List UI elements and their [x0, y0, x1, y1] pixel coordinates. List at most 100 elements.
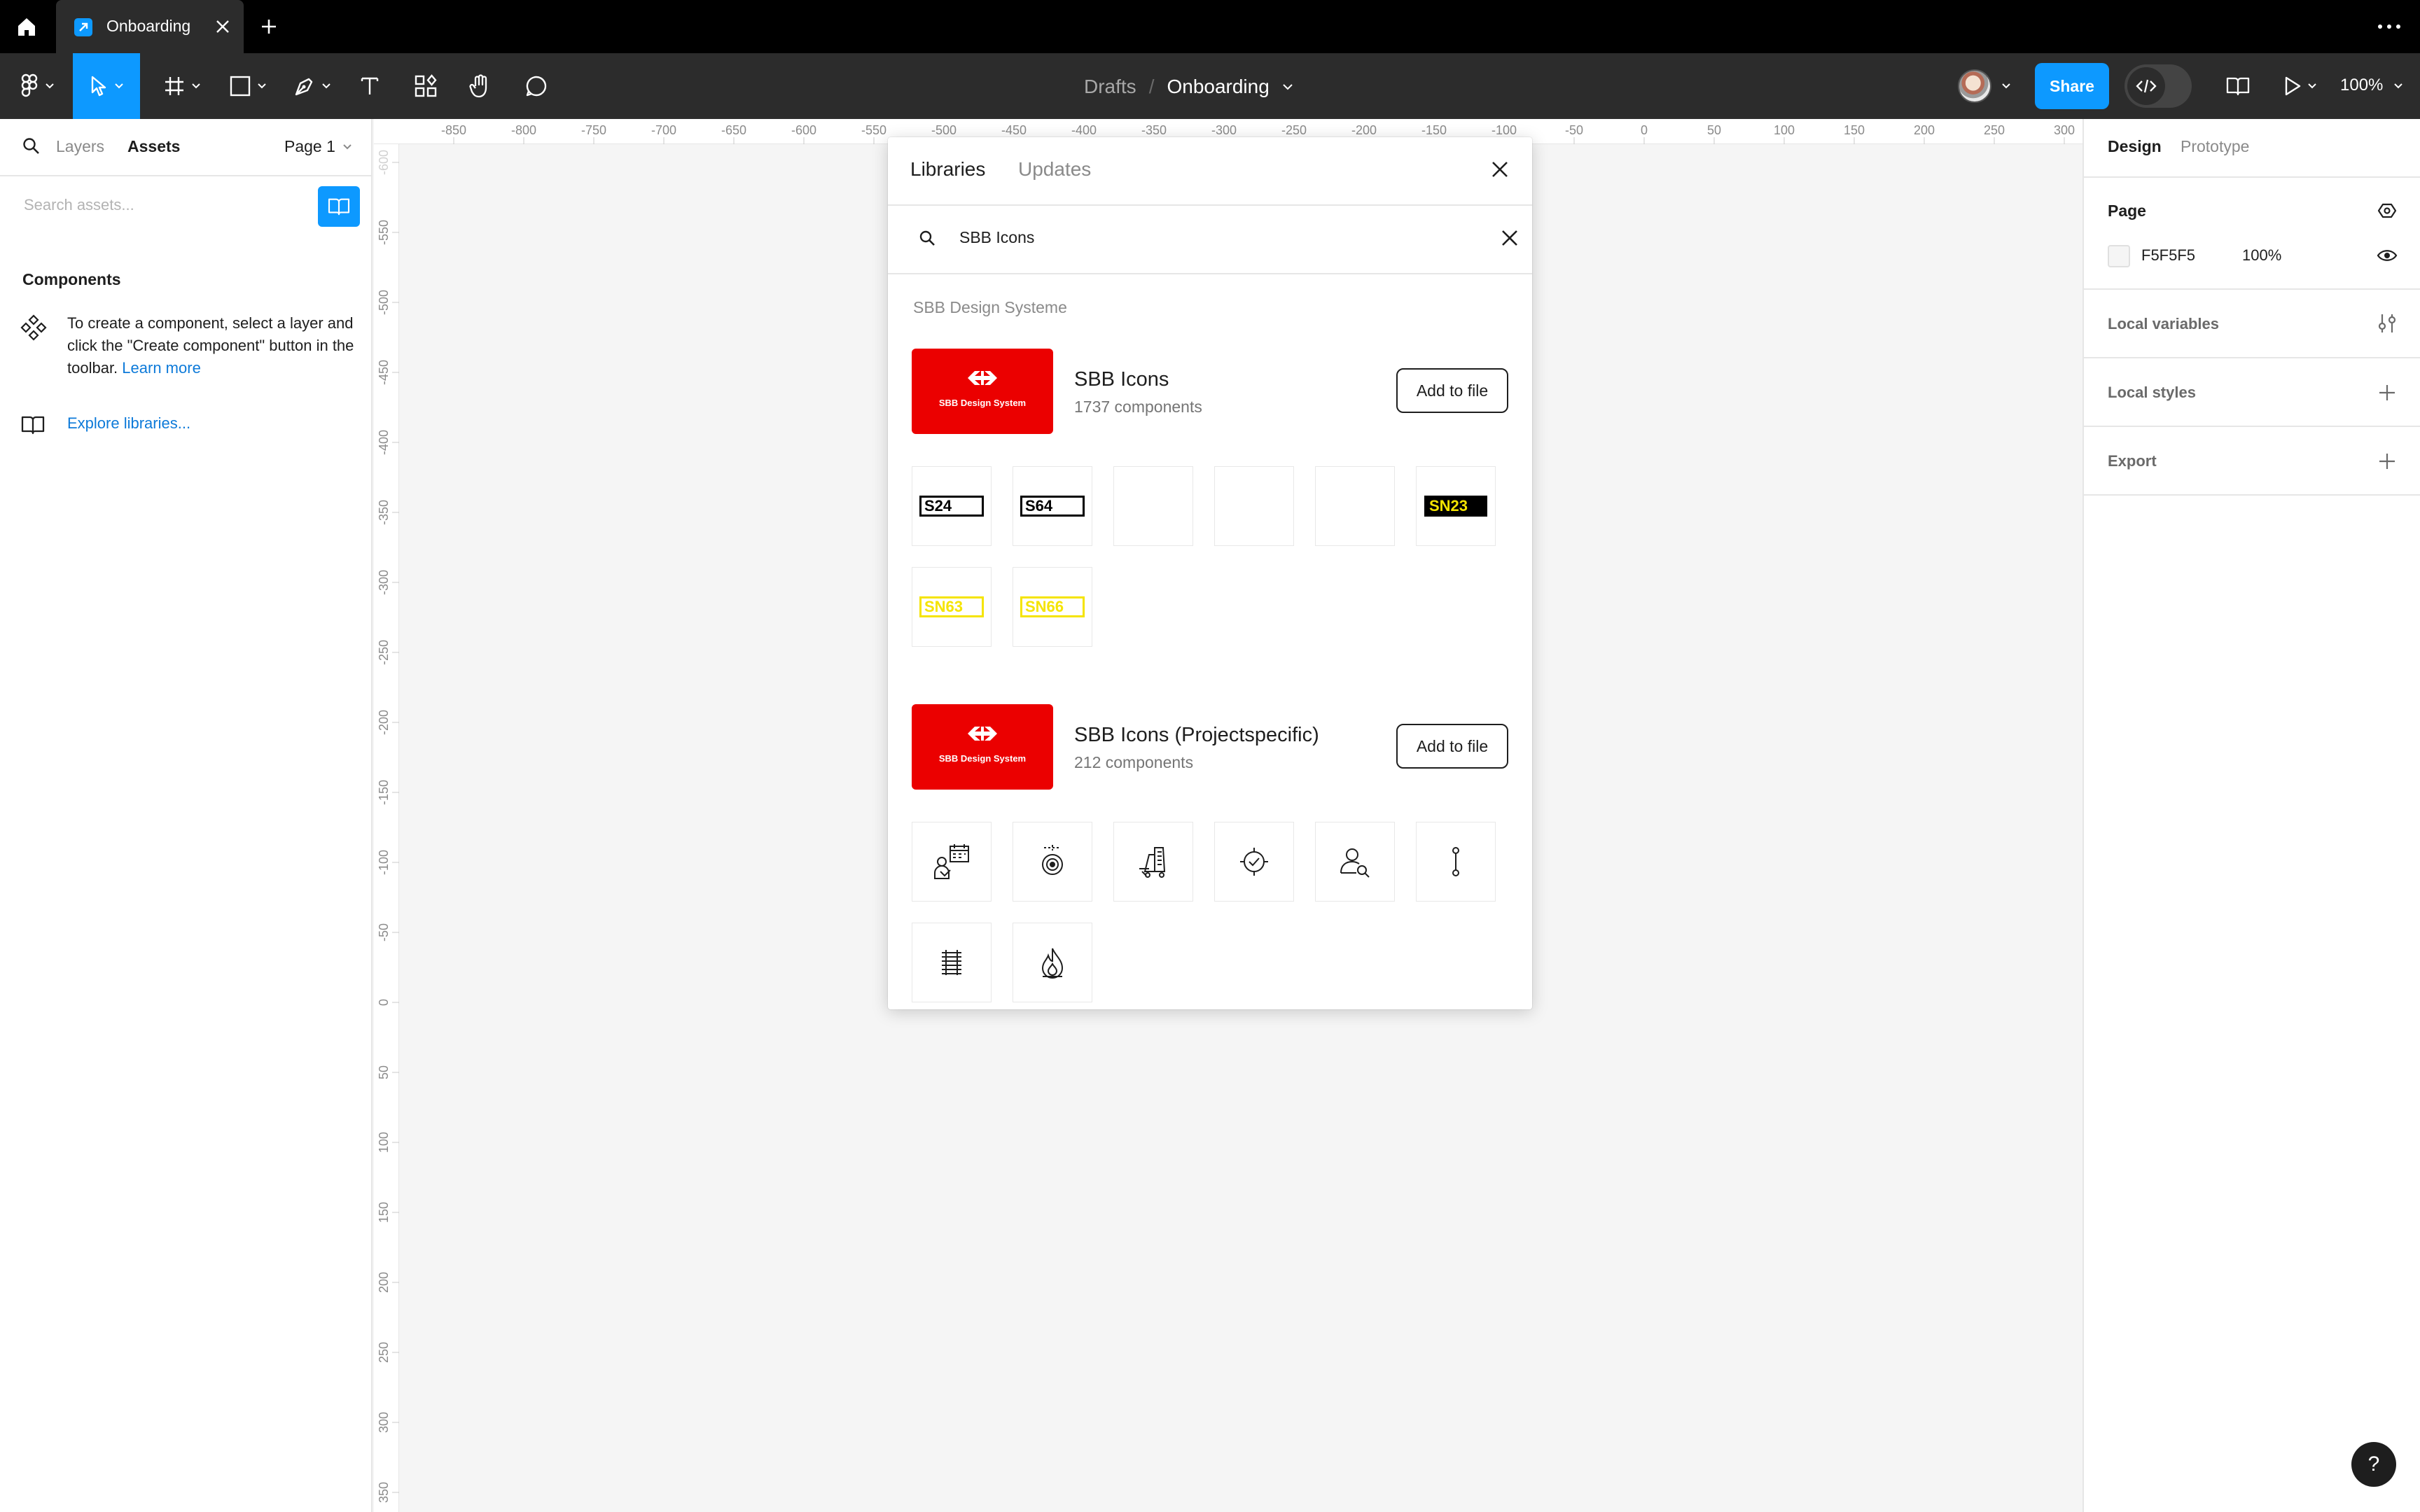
tab-layers[interactable]: Layers	[56, 137, 104, 156]
sbb-logo-icon	[966, 368, 999, 388]
close-icon[interactable]	[214, 18, 231, 35]
divider	[2084, 494, 2420, 496]
hide-ui-icon[interactable]	[2377, 200, 2398, 221]
search-icon[interactable]	[22, 137, 41, 155]
move-tool-button[interactable]	[73, 53, 140, 119]
ruler-label: -250	[1281, 123, 1307, 137]
page-color-swatch[interactable]	[2108, 245, 2130, 267]
page-section-title: Page	[2108, 202, 2146, 220]
component-preview[interactable]	[1013, 822, 1092, 902]
share-button[interactable]: Share	[2035, 63, 2109, 109]
search-icon	[919, 230, 937, 248]
zoom-menu[interactable]: 100%	[2340, 76, 2403, 95]
file-tab[interactable]: Onboarding	[56, 0, 244, 53]
component-preview[interactable]: SN23	[1416, 466, 1496, 546]
frame-icon	[163, 75, 186, 97]
add-style-plus-icon[interactable]	[2377, 382, 2398, 403]
explore-libraries-link[interactable]: Explore libraries...	[67, 414, 190, 433]
ruler-label: -250	[377, 640, 391, 665]
tab-assets[interactable]: Assets	[127, 137, 180, 156]
more-icon[interactable]	[2374, 17, 2405, 36]
chevron-down-icon	[342, 144, 352, 150]
library-button[interactable]	[2218, 53, 2258, 119]
component-preview[interactable]: S64	[1013, 466, 1092, 546]
library-group-title: SBB Design Systeme	[913, 298, 1067, 316]
dev-mode-toggle[interactable]	[2125, 64, 2192, 108]
eye-icon[interactable]	[2377, 245, 2398, 266]
variables-icon[interactable]	[2377, 312, 2398, 335]
pen-tool-button[interactable]	[286, 53, 339, 119]
library-thumbnail[interactable]: SBB Design System	[912, 704, 1053, 790]
component-preview[interactable]	[1214, 466, 1294, 546]
chevron-down-icon	[321, 83, 331, 90]
comment-icon	[524, 74, 548, 98]
ruler-label: -400	[377, 430, 391, 455]
component-preview[interactable]	[1315, 822, 1395, 902]
breadcrumb-drafts[interactable]: Drafts	[1084, 76, 1136, 98]
ruler-label: -200	[1351, 123, 1377, 137]
assets-search-input[interactable]: Search assets...	[0, 178, 371, 234]
help-button[interactable]: ?	[2351, 1442, 2396, 1487]
tab-design[interactable]: Design	[2108, 137, 2162, 156]
ruler-label: -500	[931, 123, 957, 137]
main-menu-button[interactable]	[11, 53, 64, 119]
tab-prototype[interactable]: Prototype	[2181, 137, 2249, 156]
pen-icon	[293, 75, 316, 97]
clear-search-icon[interactable]	[1500, 228, 1520, 248]
close-icon[interactable]	[1490, 160, 1510, 179]
hand-tool-button[interactable]	[459, 53, 501, 119]
assets-search-placeholder: Search assets...	[24, 196, 134, 214]
ruler-label: -200	[377, 710, 391, 735]
comment-tool-button[interactable]	[515, 53, 557, 119]
text-tool-button[interactable]	[350, 53, 389, 119]
component-preview[interactable]	[912, 923, 992, 1002]
chevron-down-icon[interactable]	[1282, 83, 1293, 90]
home-icon[interactable]	[13, 13, 41, 41]
page-color-value[interactable]: F5F5F5	[2141, 246, 2195, 265]
frame-tool-button[interactable]	[155, 53, 209, 119]
resources-button[interactable]	[405, 53, 447, 119]
new-tab-plus-icon[interactable]	[258, 15, 280, 38]
component-preview[interactable]	[1214, 822, 1294, 902]
team-library-button[interactable]	[318, 186, 360, 227]
multiplayer-avatar[interactable]	[1958, 68, 2021, 104]
file-tab-title: Onboarding	[106, 17, 191, 35]
ruler-label: 100	[377, 1132, 391, 1153]
component-preview[interactable]	[1113, 466, 1193, 546]
divider	[2084, 426, 2420, 427]
learn-more-link[interactable]: Learn more	[122, 359, 201, 377]
component-preview[interactable]: SN66	[1013, 567, 1092, 647]
library-thumbnail[interactable]: SBB Design System	[912, 349, 1053, 434]
add-to-file-button[interactable]: Add to file	[1396, 368, 1508, 413]
component-preview[interactable]	[1416, 822, 1496, 902]
page-opacity-value[interactable]: 100%	[2242, 246, 2281, 265]
hand-icon	[468, 74, 492, 99]
library-name: SBB Icons (Projectspecific)	[1074, 724, 1319, 746]
ruler-label: -650	[721, 123, 746, 137]
component-preview[interactable]	[1315, 466, 1395, 546]
shape-tool-button[interactable]	[221, 53, 274, 119]
ruler-label: 200	[377, 1272, 391, 1293]
component-preview[interactable]: S24	[912, 466, 992, 546]
page-selector[interactable]: Page 1	[284, 137, 352, 156]
component-preview[interactable]	[912, 822, 992, 902]
component-preview[interactable]: SN63	[912, 567, 992, 647]
component-icon	[20, 314, 48, 342]
components-section-title: Components	[22, 270, 121, 288]
library-search-input[interactable]: SBB Icons	[959, 228, 1034, 247]
add-to-file-button[interactable]: Add to file	[1396, 724, 1508, 769]
sign-sn23: SN23	[1424, 496, 1487, 517]
breadcrumb-separator: /	[1148, 76, 1155, 97]
toolbar: Drafts / Onboarding Share 100%	[0, 53, 2420, 119]
component-preview[interactable]	[1113, 822, 1193, 902]
add-export-plus-icon[interactable]	[2377, 451, 2398, 472]
local-variables-label[interactable]: Local variables	[2108, 315, 2219, 333]
tab-libraries[interactable]: Libraries	[910, 158, 985, 181]
tab-updates[interactable]: Updates	[1018, 158, 1091, 181]
breadcrumb-file-name[interactable]: Onboarding	[1167, 76, 1269, 98]
ruler-label: -600	[791, 123, 816, 137]
rails-icon	[931, 941, 973, 983]
present-button[interactable]	[2277, 53, 2323, 119]
figma-logo-icon	[21, 74, 39, 99]
component-preview[interactable]	[1013, 923, 1092, 1002]
